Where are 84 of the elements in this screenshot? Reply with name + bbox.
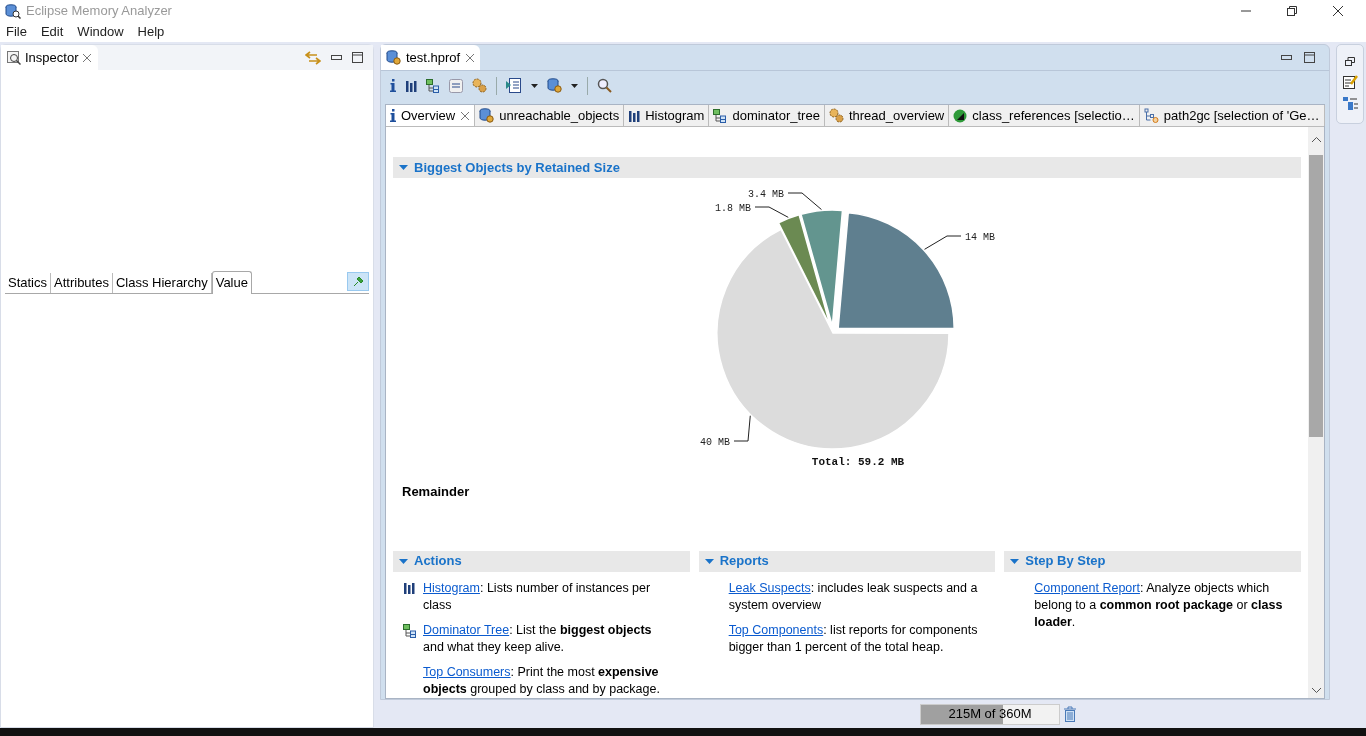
- view-tab[interactable]: Inspector: [1, 45, 99, 70]
- menu-item[interactable]: File: [6, 22, 27, 42]
- restore-icon[interactable]: [1345, 57, 1355, 66]
- restore-icon[interactable]: [1287, 6, 1297, 16]
- slice-label: 1.8 MB: [715, 202, 751, 214]
- bar-chart-icon: [628, 109, 641, 122]
- section-title: Step By Step: [1025, 552, 1106, 571]
- pin-icon: [352, 276, 364, 287]
- editor-tab[interactable]: test.hprof: [381, 45, 481, 70]
- maximize-icon[interactable]: [1304, 52, 1315, 63]
- hierarchy-icon[interactable]: [1342, 97, 1358, 110]
- action-description: Component Report: Analyze objects which belong to a common root package or class loader.: [1034, 579, 1284, 631]
- menu-item[interactable]: Help: [137, 22, 165, 42]
- app-icon: [5, 3, 21, 19]
- leader-line: [733, 415, 751, 442]
- link[interactable]: Leak Suspects: [728, 580, 811, 595]
- editor-title: test.hprof: [406, 48, 461, 67]
- action-description: Histogram: Lists number of instances per class: [423, 579, 652, 614]
- action-description: Dominator Tree: List the biggest objects and what they keep alive.: [423, 621, 653, 656]
- section-header[interactable]: Biggest Objects by Retained Size: [393, 157, 1301, 178]
- twisty-icon: [1010, 556, 1020, 566]
- link[interactable]: Top Consumers: [423, 664, 511, 679]
- action-description: Top Consumers: Print the most expensive objects grouped by class and by package.: [423, 663, 661, 698]
- detail-tab[interactable]: Attributes: [51, 273, 113, 293]
- twisty-icon: [399, 163, 408, 172]
- inspector-icon: [7, 50, 21, 65]
- memory-meter[interactable]: 215M of 360M: [920, 703, 1060, 725]
- minimize-icon[interactable]: [1281, 54, 1292, 61]
- menu-item[interactable]: Edit: [40, 22, 64, 42]
- detail-tab[interactable]: Statics: [5, 273, 51, 293]
- link[interactable]: Histogram: [423, 580, 480, 595]
- editor-subtab[interactable]: Overview: [386, 105, 476, 126]
- chart-total: Total: 59.2 MB: [811, 456, 905, 468]
- bar-chart-icon: [403, 581, 415, 594]
- report-icon[interactable]: [506, 78, 522, 93]
- info-icon[interactable]: [390, 79, 396, 92]
- sphere-icon: [953, 108, 968, 123]
- view-title: Inspector: [25, 48, 79, 67]
- search-icon[interactable]: [597, 78, 612, 93]
- database-icon[interactable]: [547, 78, 562, 93]
- section-title: Reports: [719, 552, 769, 571]
- notepad-icon[interactable]: [1342, 74, 1358, 89]
- chart-caption: Remainder: [402, 483, 471, 501]
- section-header[interactable]: Reports: [698, 550, 996, 572]
- bar-chart-icon[interactable]: [405, 79, 417, 92]
- link[interactable]: Component Report: [1034, 580, 1140, 595]
- tree-icon: [713, 108, 728, 123]
- info-icon: [390, 109, 396, 122]
- action-description: Top Components: list reports for components bigger than 1 percent of the total heap.: [728, 621, 979, 656]
- section-header[interactable]: Actions: [393, 550, 690, 572]
- memory-text: 215M of 360M: [948, 705, 1032, 724]
- gears-icon[interactable]: [472, 78, 487, 93]
- scroll-down-icon[interactable]: [1311, 687, 1321, 693]
- slice-label: 3.4 MB: [748, 188, 784, 200]
- leader-line: [924, 235, 962, 250]
- trash-icon[interactable]: [1063, 706, 1077, 722]
- slice-label: 40 MB: [700, 436, 730, 448]
- twisty-icon: [704, 556, 714, 566]
- close-icon[interactable]: [1333, 6, 1343, 16]
- scroll-up-icon[interactable]: [1311, 137, 1321, 143]
- section-header[interactable]: Step By Step: [1004, 550, 1301, 572]
- database-icon: [386, 50, 401, 65]
- detail-tab[interactable]: Value: [211, 271, 252, 294]
- database-icon: [479, 108, 495, 123]
- tree-icon: [403, 623, 417, 638]
- detail-tab[interactable]: Class Hierarchy: [112, 273, 212, 293]
- window-title: Eclipse Memory Analyzer: [26, 2, 172, 21]
- tree-icon[interactable]: [426, 78, 440, 93]
- section-title: Actions: [414, 552, 462, 571]
- dropdown-caret-icon[interactable]: [571, 83, 578, 88]
- action-description: Leak Suspects: includes leak suspects and a system overview: [728, 579, 979, 614]
- pin-button[interactable]: [347, 272, 369, 291]
- slice-label: 14 MB: [965, 231, 995, 243]
- section-title: Biggest Objects by Retained Size: [414, 158, 620, 177]
- sync-arrows-icon[interactable]: [305, 50, 321, 65]
- twisty-icon: [399, 556, 408, 566]
- dropdown-caret-icon[interactable]: [531, 83, 538, 88]
- menu-item[interactable]: Window: [77, 22, 124, 42]
- minimize-icon[interactable]: [331, 54, 342, 61]
- scrollbar[interactable]: [1308, 127, 1324, 698]
- path-icon: [1143, 108, 1159, 123]
- maximize-icon[interactable]: [352, 52, 363, 63]
- scroll-thumb[interactable]: [1309, 155, 1323, 437]
- gears-icon: [828, 108, 844, 123]
